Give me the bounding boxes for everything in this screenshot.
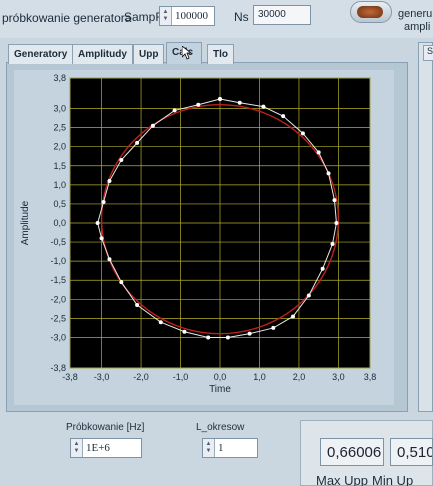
data-point (107, 179, 112, 184)
data-point (330, 241, 335, 246)
min-upp-label: Min Up (372, 473, 414, 486)
data-point (225, 335, 230, 340)
data-point (182, 329, 187, 334)
mouse-cursor-icon (182, 46, 192, 60)
y-tick-label: 3,8 (53, 73, 66, 83)
data-point (332, 198, 337, 203)
y-tick-label: -2,0 (50, 294, 66, 304)
chart-svg: -3,8 -3,0 -2,0 -1,0 0,0 1,0 2,0 3,0 3,8 3,8 3,0 2,5… (20, 73, 377, 395)
data-point (196, 102, 201, 107)
data-point (119, 158, 124, 163)
data-point (237, 100, 242, 105)
generate-label-line2: ampli (404, 21, 431, 33)
header-title: próbkowanie generatora (2, 11, 132, 25)
min-upp-indicator: 0,510 (390, 438, 433, 466)
right-panel: S (418, 42, 433, 412)
max-upp-indicator: 0,66006 (320, 438, 384, 466)
y-tick-label: -0,5 (50, 237, 66, 247)
lokresow-value: 1 (218, 442, 224, 454)
data-point (206, 335, 211, 340)
tab-tlo[interactable]: Tlo (207, 44, 234, 64)
y-tick-label: 1,5 (53, 161, 66, 171)
xy-graph: -3,8 -3,0 -2,0 -1,0 0,0 1,0 2,0 3,0 3,8 3,8 3,0 2,5… (14, 70, 394, 405)
x-tick-label: -3,0 (94, 372, 110, 382)
probkowanie-spinner-icon[interactable]: ▲ ▼ (71, 439, 83, 457)
x-tick-label: -3,8 (62, 372, 78, 382)
max-upp-label: Max Upp (316, 473, 369, 486)
tab-upp[interactable]: Upp (133, 44, 165, 64)
data-point (334, 221, 339, 225)
x-axis-label: Time (209, 384, 231, 395)
ns-indicator: 30000 (253, 5, 311, 25)
x-tick-label: -1,0 (173, 372, 189, 382)
sampf-label: SampF (124, 10, 163, 24)
probkowanie-label: Próbkowanie [Hz] (66, 422, 145, 433)
data-point (281, 114, 286, 119)
tab-amplitudy[interactable]: Amplitudy (72, 44, 133, 64)
led-icon (357, 6, 383, 18)
sampf-spinner-icon[interactable]: ▲ ▼ (160, 7, 172, 25)
data-point (158, 320, 163, 325)
x-tick-label: 3,8 (364, 372, 377, 382)
data-point (119, 280, 124, 285)
data-point (101, 200, 106, 205)
data-point (135, 303, 140, 308)
data-point (291, 314, 296, 319)
y-axis-label: Amplitude (20, 200, 31, 245)
probkowanie-input[interactable]: ▲ ▼ 1E+6 (70, 438, 142, 458)
sampf-value: 100000 (175, 10, 208, 22)
probkowanie-value: 1E+6 (86, 442, 110, 454)
generate-label-line1: generu (398, 8, 433, 20)
data-point (135, 140, 140, 145)
x-tick-label: 0,0 (214, 372, 227, 382)
data-point (218, 96, 222, 101)
min-upp-value: 0,510 (397, 444, 433, 461)
data-point (316, 150, 321, 155)
generate-toggle-button[interactable] (350, 1, 392, 23)
data-point (99, 236, 104, 241)
y-tick-label: 0,0 (53, 218, 66, 228)
data-point (261, 104, 266, 109)
x-tick-label: 1,0 (253, 372, 266, 382)
y-tick-label: -1,0 (50, 256, 66, 266)
x-tick-label: 3,0 (332, 372, 345, 382)
right-panel-tab[interactable]: S (423, 45, 433, 61)
data-point (326, 171, 331, 176)
lokresow-label: L_okresow (196, 422, 245, 433)
ns-label: Ns (234, 10, 249, 24)
y-tick-label: -3,8 (50, 363, 66, 373)
y-tick-label: 2,0 (53, 142, 66, 152)
y-tick-label: 3,0 (53, 104, 66, 114)
data-point (172, 108, 177, 113)
data-point (247, 331, 252, 336)
tab-generatory[interactable]: Generatory (8, 44, 74, 64)
data-point (95, 221, 100, 225)
data-point (300, 131, 305, 136)
data-point (306, 293, 311, 298)
y-tick-label: 2,5 (53, 123, 66, 133)
y-tick-label: 1,0 (53, 180, 66, 190)
max-upp-value: 0,66006 (327, 444, 382, 461)
data-point (271, 325, 276, 330)
data-point (107, 257, 112, 262)
y-tick-label: -2,5 (50, 313, 66, 323)
data-point (320, 266, 325, 271)
x-tick-label: -2,0 (133, 372, 149, 382)
y-tick-label: -1,5 (50, 275, 66, 285)
ns-value: 30000 (258, 9, 286, 20)
y-tick-label: 0,5 (53, 199, 66, 209)
lokresow-spinner-icon[interactable]: ▲ ▼ (203, 439, 215, 457)
y-tick-label: -3,0 (50, 332, 66, 342)
lokresow-input[interactable]: ▲ ▼ 1 (202, 438, 258, 458)
sampf-input[interactable]: ▲ ▼ 100000 (159, 6, 215, 26)
data-point (150, 123, 155, 128)
x-tick-label: 2,0 (293, 372, 306, 382)
